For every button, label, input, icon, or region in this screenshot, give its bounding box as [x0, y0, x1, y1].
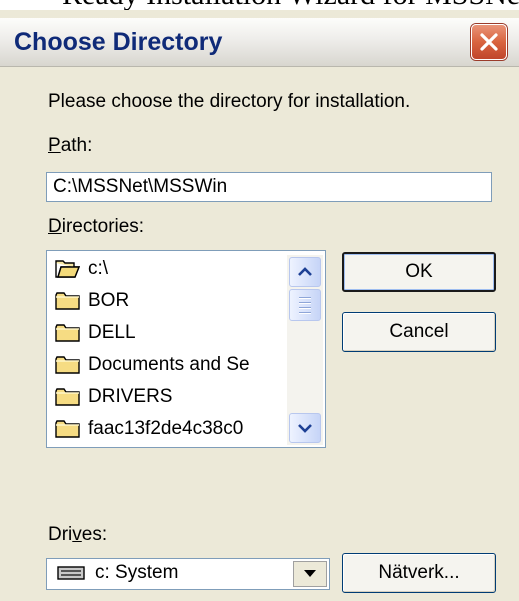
folder-icon: [55, 356, 80, 374]
drives-label: Drives:: [48, 524, 108, 545]
network-button[interactable]: Nätverk...: [342, 553, 496, 593]
directory-name: BOR: [88, 290, 130, 311]
open-folder-icon: [55, 260, 81, 278]
scroll-up-button[interactable]: [289, 257, 321, 287]
directory-name: DRIVERS: [88, 386, 173, 407]
drives-selected: c: System: [57, 562, 178, 584]
directory-name: faac13f2de4c38c0: [88, 418, 244, 439]
directory-item[interactable]: BOR: [55, 288, 129, 314]
scroll-down-button[interactable]: [289, 413, 321, 443]
folder-icon: [55, 420, 80, 438]
chevron-up-icon: [298, 267, 312, 276]
directory-item[interactable]: DELL: [55, 320, 136, 346]
title-bar[interactable]: Choose Directory: [0, 18, 519, 67]
directories-scrollbar[interactable]: [287, 255, 323, 445]
instruction-text: Please choose the directory for installa…: [48, 91, 411, 112]
triangle-down-icon: [304, 570, 316, 577]
close-button[interactable]: [471, 24, 507, 60]
directory-item[interactable]: faac13f2de4c38c0: [55, 416, 243, 442]
hard-drive-icon: [57, 566, 85, 580]
directory-item[interactable]: Documents and Se: [55, 352, 250, 378]
folder-icon: [55, 292, 80, 310]
chevron-down-icon: [298, 424, 312, 433]
drives-dropdown[interactable]: c: System: [46, 558, 330, 590]
path-label: Path:: [48, 135, 93, 156]
folder-icon: [55, 324, 80, 342]
path-input[interactable]: C:\MSSNet\MSSWin: [46, 172, 492, 202]
directory-name: c:\: [88, 258, 109, 279]
dialog-title: Choose Directory: [14, 28, 223, 56]
directories-label: Directories:: [48, 216, 145, 237]
directory-item[interactable]: DRIVERS: [55, 384, 172, 410]
dropdown-button[interactable]: [293, 561, 327, 587]
directory-name: DELL: [88, 322, 136, 343]
directory-name: Documents and Se: [88, 354, 250, 375]
scroll-thumb[interactable]: [289, 289, 321, 321]
ok-button[interactable]: OK: [342, 252, 496, 292]
close-x-icon: [480, 33, 498, 51]
cancel-button[interactable]: Cancel: [342, 312, 496, 352]
directories-listbox[interactable]: c:\ BOR DELL Documents and Se DRIVERS fa…: [46, 250, 326, 448]
folder-icon: [55, 388, 80, 406]
drives-selected-text: c: System: [95, 562, 179, 583]
directory-item[interactable]: c:\: [55, 256, 108, 282]
